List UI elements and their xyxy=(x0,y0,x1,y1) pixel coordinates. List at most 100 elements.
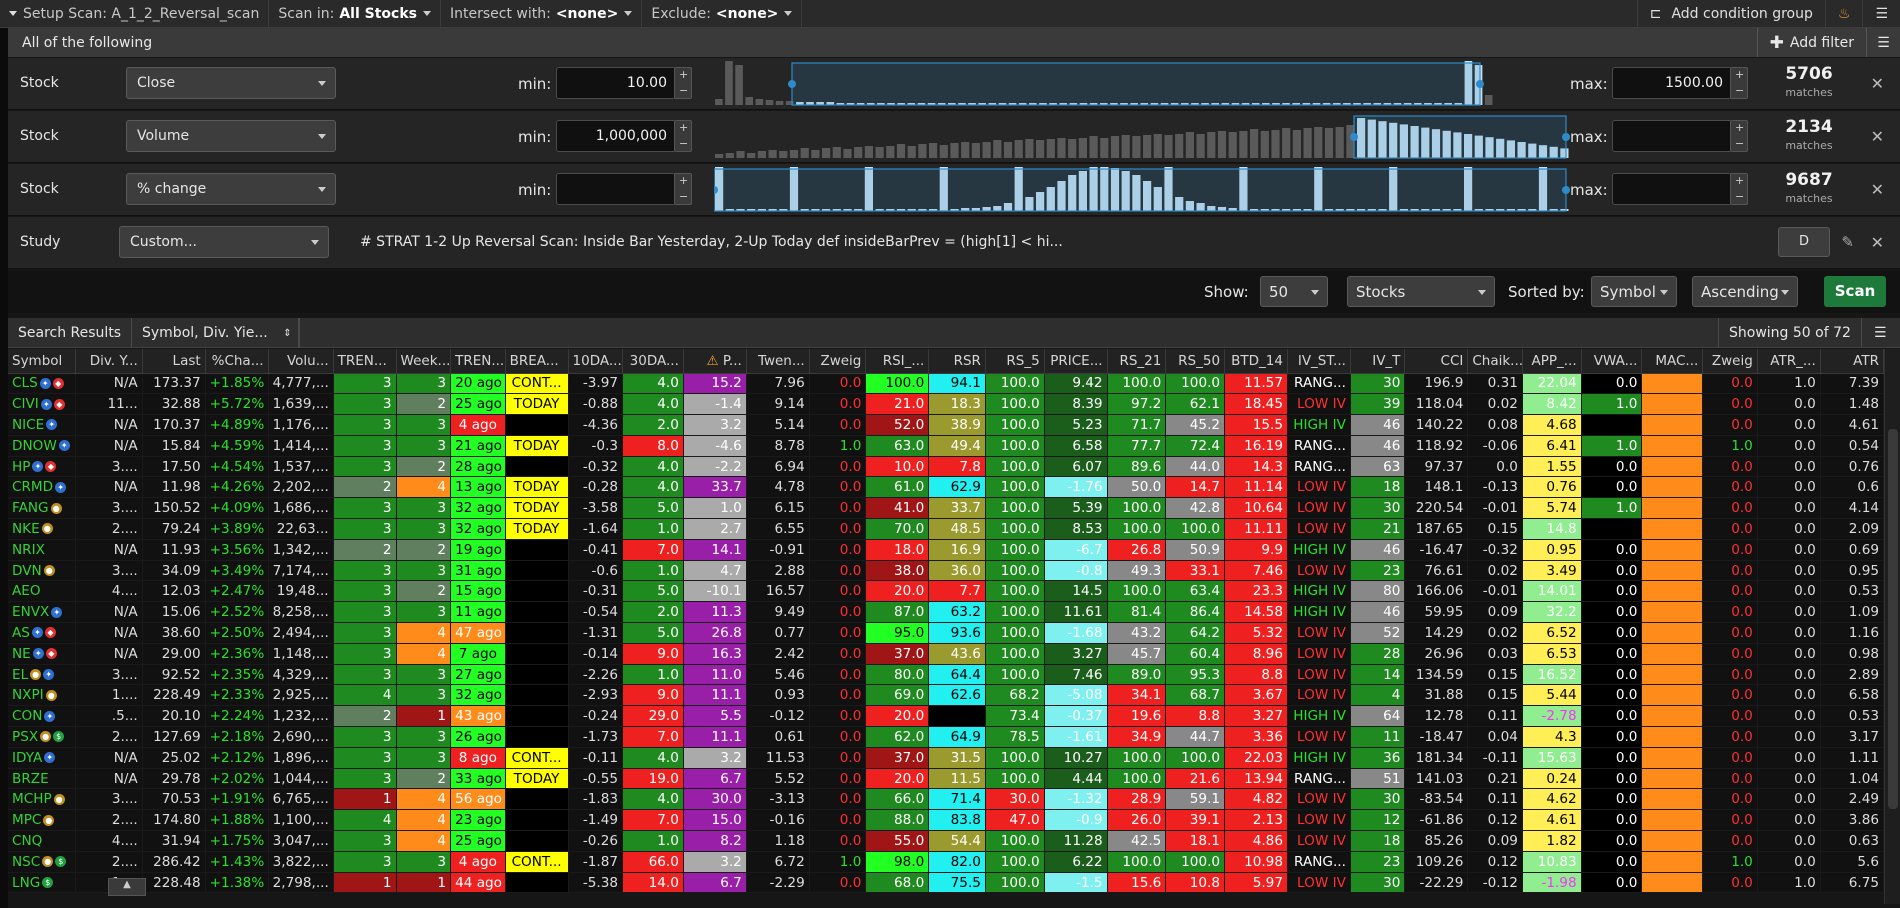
column-stepper[interactable]: ⇕ xyxy=(276,318,300,348)
symbol-cell[interactable]: FANG ● xyxy=(8,497,76,520)
column-header[interactable]: %Cha... xyxy=(205,349,269,374)
range-selection[interactable] xyxy=(1353,115,1567,159)
column-header[interactable]: 30DA... xyxy=(622,349,684,374)
symbol-cell[interactable]: AS ✦ ◆ xyxy=(8,622,76,644)
symbol-cell[interactable]: CIVI ✦ ◆ xyxy=(8,393,76,416)
symbol-cell[interactable]: CON ✦ xyxy=(8,705,76,728)
column-header[interactable]: Week... xyxy=(396,349,452,374)
table-row[interactable]: NRIX N/A 11.93 +3.56% 1,342,... 2 2 19 ago -0.41… xyxy=(8,539,1884,561)
symbol-cell[interactable]: PSX ● $ xyxy=(8,726,76,748)
column-header[interactable]: RSI_... xyxy=(865,349,930,374)
table-row[interactable]: EL ● ✦ 3.... 92.52 +2.35% 4,329,... 3 3 27 ago -2.… xyxy=(8,664,1884,686)
table-row[interactable]: ENVX ✦ N/A 15.06 +2.52% 8,258,... 3 3 11 ago -0.5… xyxy=(8,601,1884,624)
column-header[interactable]: Symbol xyxy=(8,349,76,374)
filter-field-dropdown[interactable]: % change xyxy=(126,173,336,205)
max-stepper[interactable] xyxy=(1730,120,1748,152)
column-header[interactable]: Zweig xyxy=(1702,349,1758,374)
close-icon[interactable]: ✕ xyxy=(1871,74,1884,93)
table-row[interactable]: DNOW ✦ N/A 15.84 +4.59% 1,414,... 3 3 21 ago TODA… xyxy=(8,435,1884,457)
symbol-cell[interactable]: IDYA ✦ xyxy=(8,747,76,769)
filter-field-dropdown[interactable]: Volume xyxy=(126,120,336,152)
sort-field-dropdown[interactable]: Symbol xyxy=(1591,276,1677,307)
range-handle[interactable] xyxy=(1476,80,1484,88)
range-handle[interactable] xyxy=(1562,133,1570,141)
symbol-cell[interactable]: MCHP ● xyxy=(8,788,76,811)
table-row[interactable]: CLS ✦ ◆ N/A 173.37 +1.85% 4,777,... 3 3 20 ago CON… xyxy=(8,373,1884,395)
symbol-cell[interactable]: NICE ✦ xyxy=(8,414,76,436)
column-header[interactable]: IV_T xyxy=(1350,349,1406,374)
table-row[interactable]: PSX ● $2.... 127.69 +2.18% 2,690,... 3 3 26 ago -… xyxy=(8,726,1884,748)
range-handle[interactable] xyxy=(788,80,796,88)
table-row[interactable]: CIVI ✦ ◆ 11... 32.88 +5.72% 1,639,... 3 2 25 ago T… xyxy=(8,393,1884,416)
column-header[interactable]: BREA... xyxy=(505,349,569,374)
symbol-cell[interactable]: EL ● ✦ xyxy=(8,664,76,686)
column-header[interactable]: Twen... xyxy=(746,349,810,374)
column-header[interactable]: RS_21 xyxy=(1107,349,1167,374)
symbol-cell[interactable]: CNQ xyxy=(8,830,76,852)
column-header[interactable]: Volu... xyxy=(268,349,334,374)
close-icon[interactable]: ✕ xyxy=(1871,180,1884,199)
column-header[interactable]: ATR_... xyxy=(1757,349,1821,374)
symbol-cell[interactable]: CLS ✦ ◆ xyxy=(8,373,76,395)
column-header[interactable]: IV_ST... xyxy=(1287,349,1351,374)
symbol-cell[interactable]: MPC ● xyxy=(8,809,76,832)
table-row[interactable]: CRMD ✦ N/A 11.98 +4.26% 2,202,... 2 4 13 ago TODA… xyxy=(8,476,1884,499)
symbol-cell[interactable]: LNG $ xyxy=(8,872,76,894)
range-handle[interactable] xyxy=(1562,186,1570,194)
max-stepper[interactable] xyxy=(1730,67,1748,99)
max-stepper[interactable] xyxy=(1730,173,1748,205)
min-stepper[interactable] xyxy=(674,67,692,99)
column-set-dropdown[interactable]: Symbol, Div. Yie... xyxy=(132,318,299,348)
min-input[interactable]: 1,000,000 xyxy=(556,120,676,152)
column-header[interactable]: CCI xyxy=(1404,349,1469,374)
sort-order-dropdown[interactable]: Ascending xyxy=(1692,276,1798,307)
fire-icon[interactable]: ♨ xyxy=(1824,0,1863,28)
table-row[interactable]: BRZE N/A 29.78 +2.02% 1,044,... 3 2 33 ago TODAY… xyxy=(8,768,1884,790)
column-header[interactable]: Div. Y... xyxy=(75,349,143,374)
table-row[interactable]: AS ✦ ◆ N/A 38.60 +2.50% 2,494,... 3 4 47 ago -1.31… xyxy=(8,622,1884,644)
max-input[interactable] xyxy=(1612,173,1732,205)
column-header[interactable]: 10DA... xyxy=(568,349,624,374)
filter-field-dropdown[interactable]: Close xyxy=(126,67,336,99)
symbol-cell[interactable]: ENVX ✦ xyxy=(8,601,76,624)
symbol-cell[interactable]: CRMD ✦ xyxy=(8,476,76,499)
column-header[interactable]: TREN... xyxy=(450,349,506,374)
aggregation-button[interactable]: D xyxy=(1778,227,1830,257)
table-row[interactable]: NKE ● 2.... 79.24 +3.89% 22,63... 3 3 32 ago TODA… xyxy=(8,518,1884,540)
max-input[interactable] xyxy=(1612,120,1732,152)
symbol-cell[interactable]: HP ✦ ◆ xyxy=(8,456,76,478)
add-filter-button[interactable]: ✚ Add filter xyxy=(1756,28,1866,57)
table-row[interactable]: MCHP ● 3.... 70.53 +1.91% 6,765,... 1 4 56 ago -1… xyxy=(8,788,1884,811)
instrument-type-dropdown[interactable]: Stocks xyxy=(1347,276,1495,307)
table-row[interactable]: NE ✦ ◆ N/A 29.00 +2.36% 1,148,... 3 4 7 ago -0.14 9… xyxy=(8,643,1884,665)
symbol-cell[interactable]: NKE ● xyxy=(8,518,76,540)
percent-change-histogram[interactable] xyxy=(714,167,1570,213)
symbol-cell[interactable]: DVN ● xyxy=(8,560,76,582)
column-header[interactable]: RS_5 xyxy=(985,349,1045,374)
table-row[interactable]: CON ✦ .5... 20.10 +2.24% 1,232,... 2 1 43 ago -0.… xyxy=(8,705,1884,728)
symbol-cell[interactable]: NSC ● $ xyxy=(8,851,76,873)
setup-scan-dropdown[interactable]: Setup Scan: A_1_2_Reversal_scan xyxy=(0,0,270,28)
symbol-cell[interactable]: DNOW ✦ xyxy=(8,435,76,457)
menu-icon[interactable]: ☰ xyxy=(1864,318,1897,348)
table-row[interactable]: DVN ● 3.... 34.09 +3.49% 7,174,... 3 3 31 ago -0.… xyxy=(8,560,1884,582)
column-header[interactable]: Last xyxy=(142,349,206,374)
menu-icon[interactable]: ☰ xyxy=(1862,0,1900,28)
table-row[interactable]: CNQ 4.... 31.94 +1.75% 3,047,... 3 4 25 ago -0.2… xyxy=(8,830,1884,852)
intersect-dropdown[interactable]: Intersect with: <none> xyxy=(441,0,643,28)
show-count-dropdown[interactable]: 50 xyxy=(1260,276,1328,307)
column-header[interactable]: MAC... xyxy=(1641,349,1704,374)
table-row[interactable]: HP ✦ ◆ 3.... 17.50 +4.54% 1,537,... 3 2 28 ago -0.… xyxy=(8,456,1884,478)
volume-histogram[interactable] xyxy=(714,114,1570,160)
column-header[interactable]: APP_... xyxy=(1522,349,1582,374)
symbol-cell[interactable]: NE ✦ ◆ xyxy=(8,643,76,665)
column-header[interactable]: VWA... xyxy=(1581,349,1643,374)
symbol-cell[interactable]: BRZE xyxy=(8,768,76,790)
menu-icon[interactable]: ☰ xyxy=(1866,28,1900,57)
max-input[interactable]: 1500.00 xyxy=(1612,67,1732,99)
add-condition-group-button[interactable]: ⊏ Add condition group xyxy=(1636,0,1825,28)
column-header[interactable]: ATR xyxy=(1820,349,1884,374)
close-icon[interactable]: ✕ xyxy=(1871,127,1884,146)
range-handle[interactable] xyxy=(1350,133,1358,141)
vertical-scrollbar[interactable] xyxy=(1884,349,1900,904)
